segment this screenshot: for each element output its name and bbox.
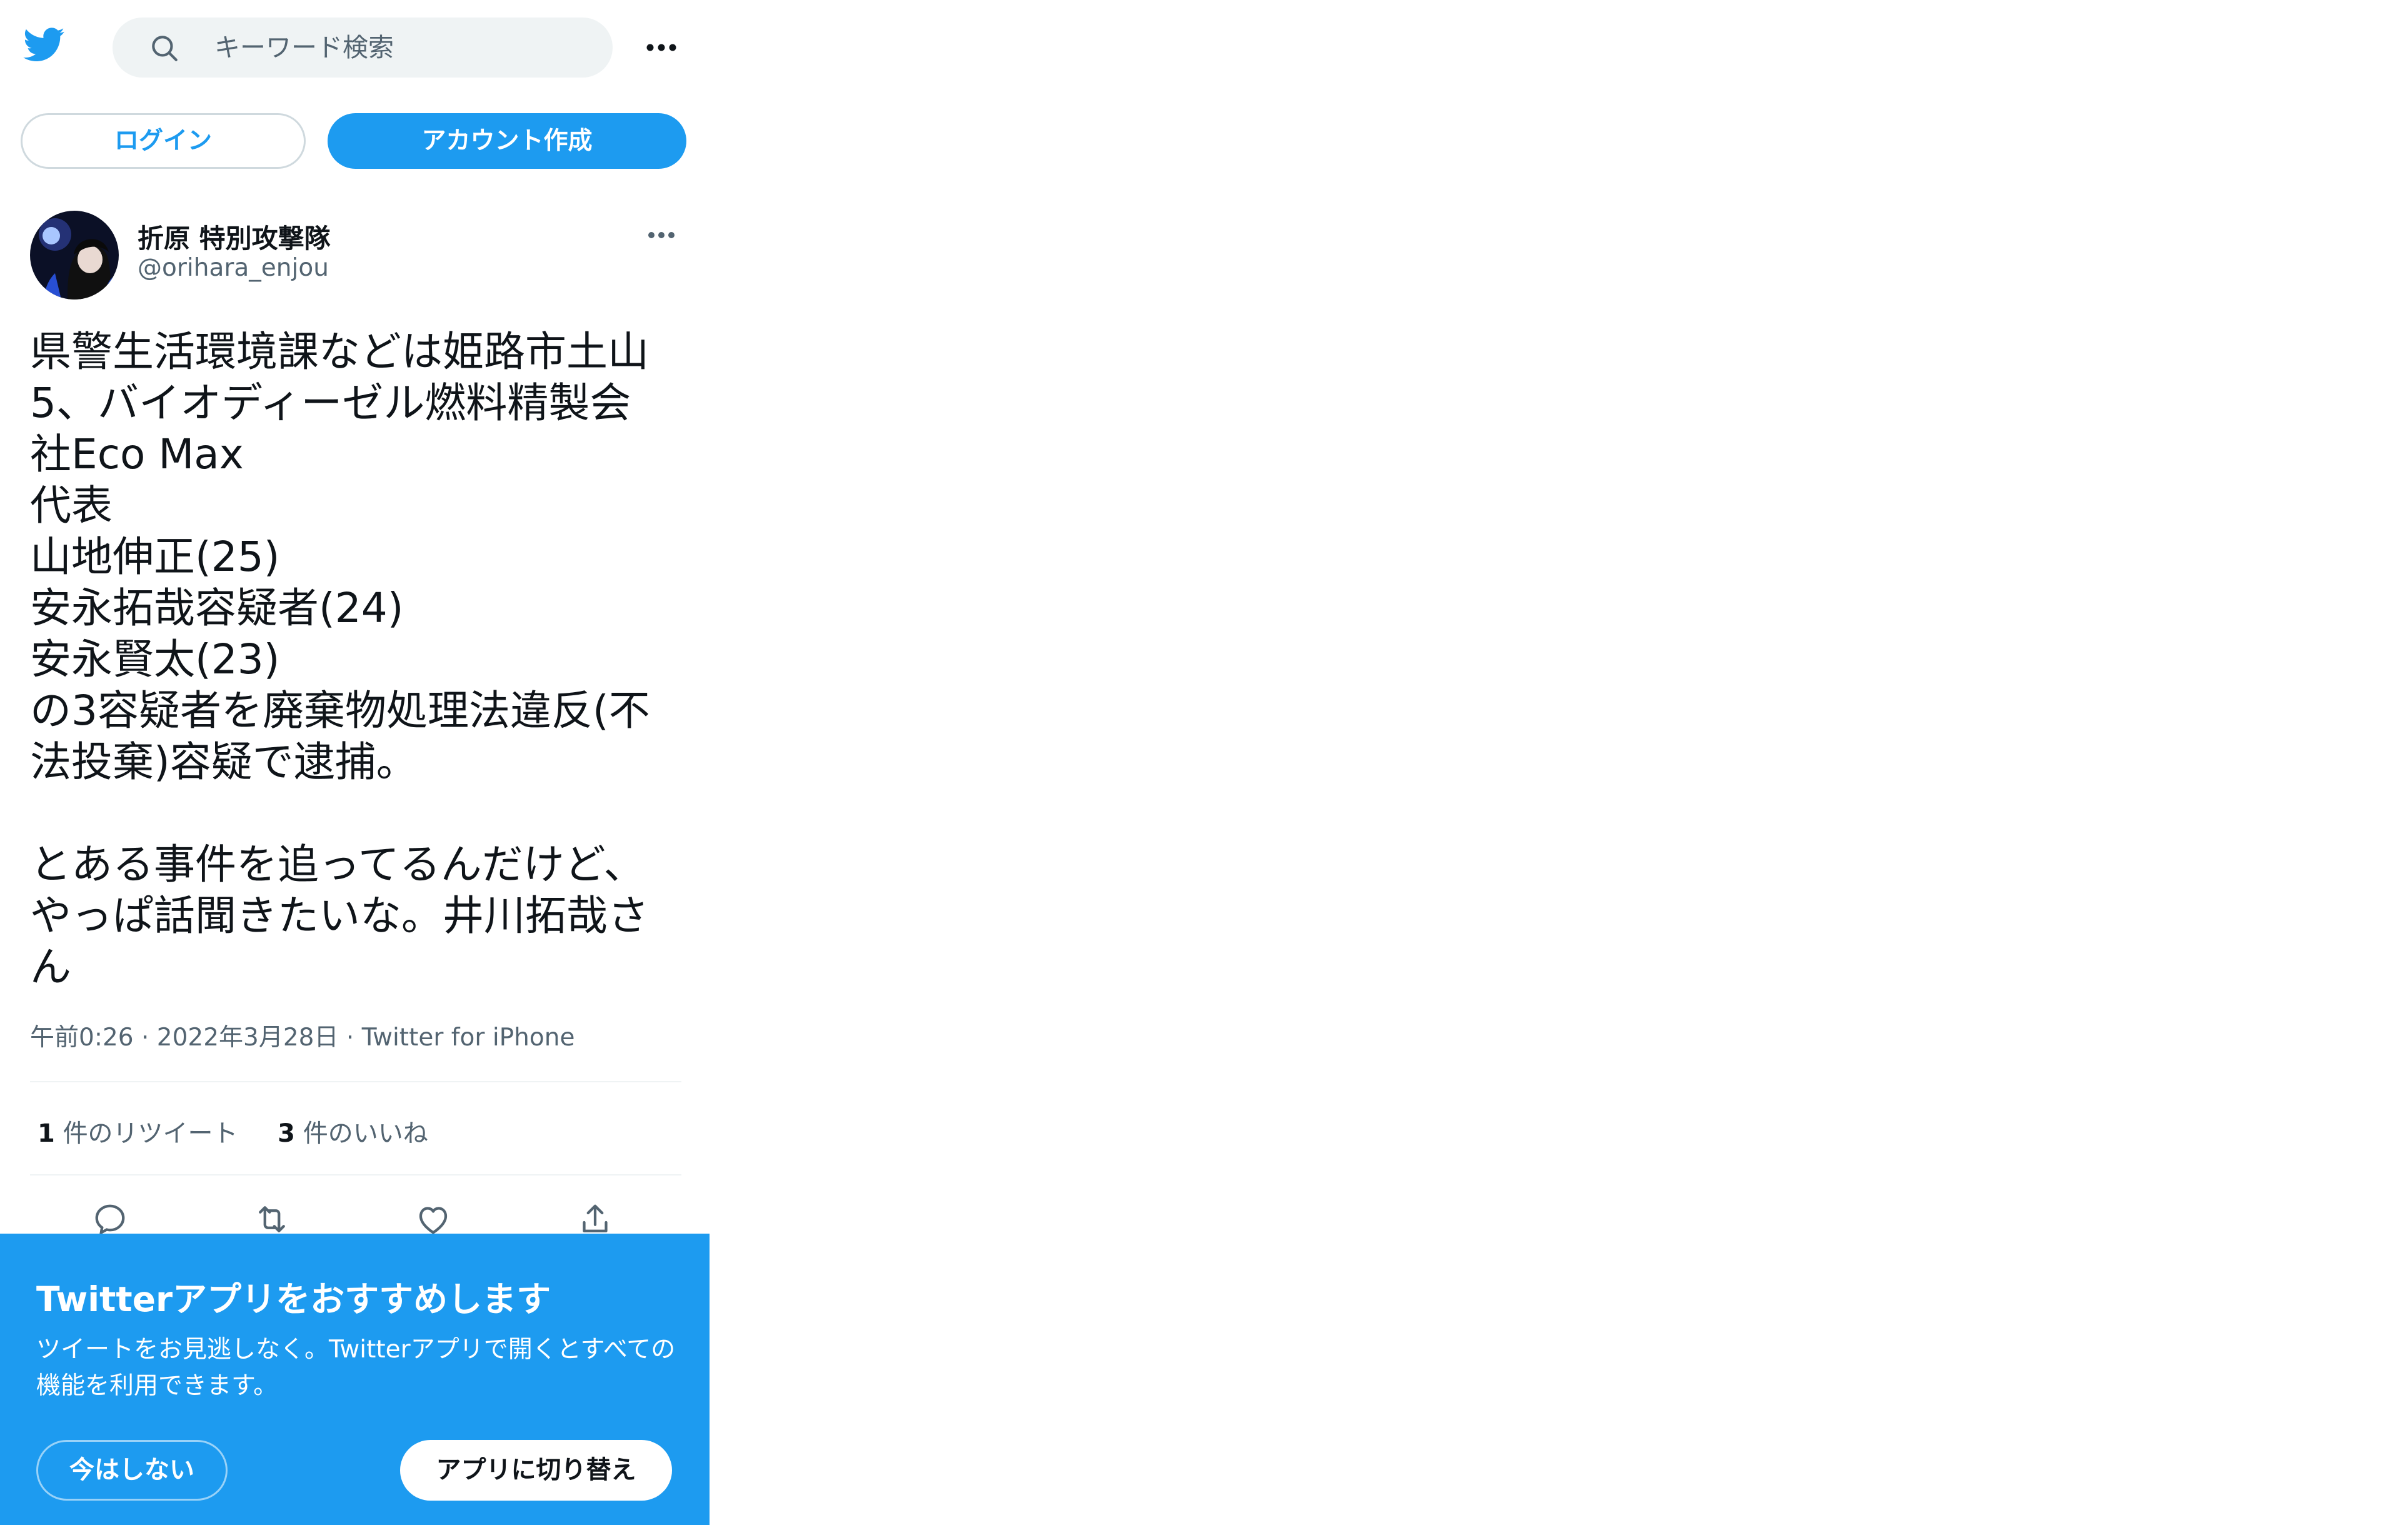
- retweet-stat[interactable]: 1 件のリツイート: [38, 1119, 238, 1148]
- meta-separator: ·: [141, 1024, 157, 1052]
- search-bar[interactable]: キーワード検索: [113, 18, 613, 78]
- share-icon[interactable]: [576, 1200, 614, 1238]
- search-icon: [149, 33, 180, 64]
- tweet-time[interactable]: 午前0:26: [30, 1024, 134, 1052]
- user-handle[interactable]: @orihara_enjou: [138, 254, 329, 282]
- app-promo-banner: Twitterアプリをおすすめします ツイートをお見逃しなく。Twitterアプ…: [0, 1234, 710, 1525]
- avatar[interactable]: [30, 211, 119, 299]
- display-name[interactable]: 折原 特別攻撃隊: [138, 218, 331, 256]
- like-label: 件のいいね: [303, 1119, 428, 1148]
- tweet-stats: 1 件のリツイート 3 件のいいね: [38, 1113, 428, 1149]
- tweet-date[interactable]: 2022年3月28日: [157, 1024, 339, 1052]
- more-horizontal-icon[interactable]: [644, 31, 679, 64]
- search-placeholder: キーワード検索: [214, 33, 394, 63]
- login-button[interactable]: ログイン: [21, 113, 306, 169]
- tweet-meta: 午前0:26 · 2022年3月28日 · Twitter for iPhone: [30, 1018, 574, 1053]
- meta-separator: ·: [346, 1024, 362, 1052]
- tweet-source[interactable]: Twitter for iPhone: [362, 1024, 575, 1052]
- twitter-logo-icon[interactable]: [20, 24, 69, 65]
- like-count: 3: [278, 1119, 295, 1148]
- reply-icon[interactable]: [91, 1200, 129, 1238]
- retweet-icon[interactable]: [253, 1200, 291, 1238]
- banner-title: Twitterアプリをおすすめします: [36, 1279, 551, 1319]
- retweet-count: 1: [38, 1119, 55, 1148]
- divider: [30, 1081, 681, 1082]
- mobile-page: キーワード検索 ログイン アカウント作成 折原 特別攻撃隊 @orihara_e…: [0, 0, 710, 1525]
- switch-to-app-button[interactable]: アプリに切り替え: [400, 1440, 672, 1501]
- signup-button[interactable]: アカウント作成: [328, 113, 686, 169]
- like-icon[interactable]: [414, 1200, 452, 1238]
- retweet-label: 件のリツイート: [63, 1119, 238, 1148]
- tweet-more-icon[interactable]: [644, 223, 679, 248]
- not-now-button[interactable]: 今はしない: [36, 1440, 228, 1501]
- banner-body: ツイートをお見逃しなく。Twitterアプリで開くとすべての機能を利用できます。: [36, 1336, 676, 1400]
- divider: [30, 1174, 681, 1175]
- tweet-text: 県警生活環境課などは姫路市土山 5、バイオディーゼル燃料精製会 社Eco Max…: [30, 328, 650, 991]
- like-stat[interactable]: 3 件のいいね: [278, 1119, 428, 1148]
